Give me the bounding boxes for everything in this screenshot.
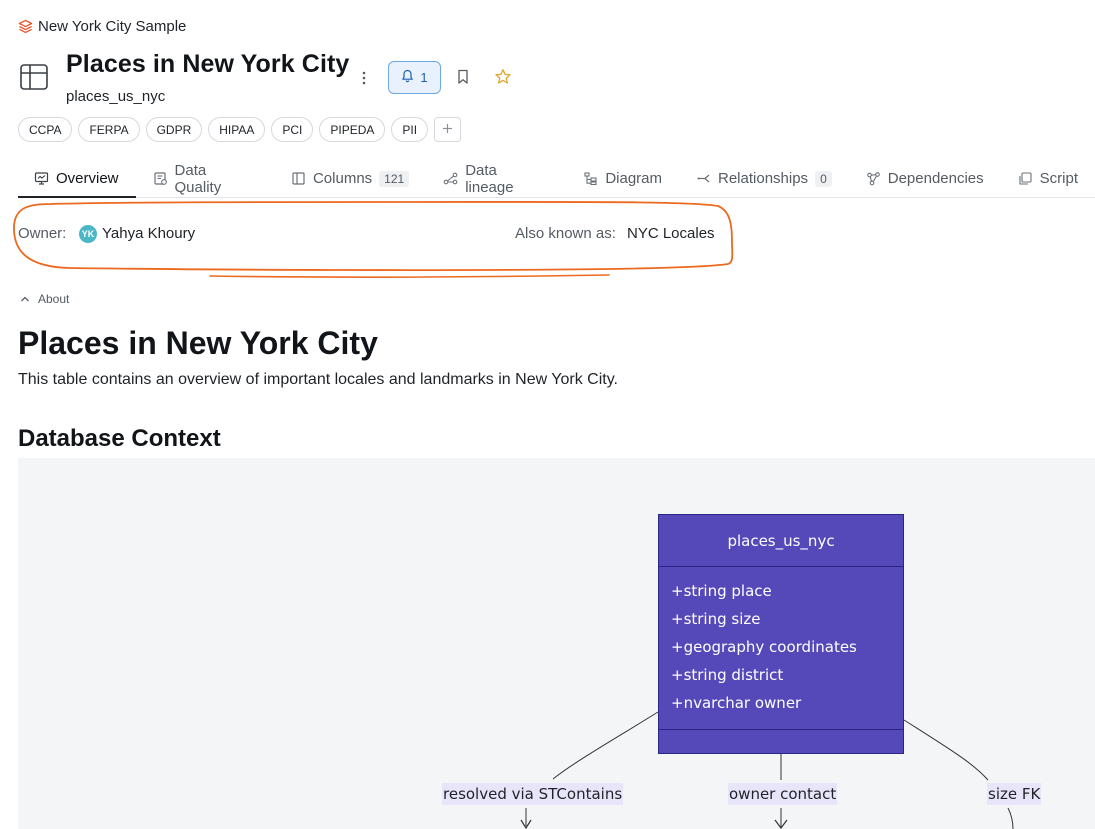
stack-icon — [18, 19, 33, 34]
also-known-as-value: NYC Locales — [627, 225, 715, 242]
more-options-icon[interactable] — [356, 66, 372, 90]
entity-box[interactable]: places_us_nyc +string place +string size… — [658, 514, 904, 754]
tab-label: Columns — [312, 170, 373, 187]
tab-label: Diagram — [605, 170, 662, 187]
tab-label: Overview — [56, 170, 119, 187]
also-known-as-label: Also known as: — [515, 225, 616, 242]
tag[interactable]: PCI — [271, 117, 314, 142]
entity-attribute: +nvarchar owner — [671, 694, 802, 712]
alerts-button[interactable]: 1 — [388, 61, 441, 94]
tag[interactable]: GDPR — [145, 117, 203, 142]
tab-label: Data Quality — [174, 161, 222, 196]
tag[interactable]: FERPA — [78, 117, 140, 142]
entity-name: places_us_nyc — [659, 515, 903, 567]
about-heading: Places in New York City — [18, 325, 378, 361]
script-icon — [1018, 171, 1033, 186]
add-tag-button[interactable] — [434, 117, 462, 142]
entity-attribute: +string place — [671, 582, 772, 600]
about-toggle[interactable]: About — [20, 292, 69, 306]
tab-label: Script — [1039, 170, 1078, 187]
tag[interactable]: HIPAA — [208, 117, 266, 142]
tag-list: CCPA FERPA GDPR HIPAA PCI PIPEDA PII — [18, 117, 462, 142]
tab-label: Dependencies — [887, 170, 984, 187]
diagram-icon — [583, 171, 598, 186]
owner-row: Owner: YK Yahya Khoury Also known as: NY… — [18, 225, 718, 245]
tab-diagram[interactable]: Diagram — [566, 160, 679, 197]
tab-data-lineage[interactable]: Data lineage — [426, 160, 566, 197]
tab-dependencies[interactable]: Dependencies — [849, 160, 1001, 197]
breadcrumb[interactable]: New York City Sample — [18, 18, 186, 35]
tab-label: Relationships — [718, 170, 809, 187]
tab-label: Data lineage — [465, 161, 514, 196]
tag[interactable]: PIPEDA — [319, 117, 386, 142]
entity-attribute: +string district — [671, 666, 784, 684]
tag[interactable]: CCPA — [18, 117, 73, 142]
edge-label: size FK — [987, 783, 1042, 805]
bell-icon — [401, 69, 414, 86]
bookmark-icon[interactable] — [456, 69, 470, 90]
relationships-count-badge: 0 — [815, 170, 832, 187]
page-subtitle: places_us_nyc — [66, 88, 166, 105]
monitor-icon — [34, 171, 49, 186]
about-description: This table contains an overview of impor… — [18, 371, 618, 388]
tab-overview[interactable]: Overview — [18, 160, 136, 198]
entity-attribute: +geography coordinates — [671, 638, 857, 656]
alert-count: 1 — [420, 70, 428, 85]
dependencies-icon — [866, 171, 881, 186]
edge-label: owner contact — [728, 783, 838, 805]
entity-attributes: +string place +string size +geography co… — [659, 567, 903, 730]
about-label: About — [38, 292, 70, 306]
owner-name[interactable]: Yahya Khoury — [102, 225, 195, 242]
tab-script[interactable]: Script — [1001, 160, 1095, 197]
database-context-heading: Database Context — [18, 425, 221, 452]
plus-icon — [442, 121, 453, 139]
columns-icon — [291, 171, 306, 186]
star-icon[interactable] — [494, 68, 512, 91]
diagram-panel: places_us_nyc +string place +string size… — [18, 458, 1095, 829]
chevron-up-icon — [20, 292, 30, 306]
diagram-edges — [520, 711, 1014, 829]
page-title: Places in New York City — [66, 50, 350, 78]
tab-bar: Overview Data Quality Columns 121 Data l… — [18, 160, 1095, 198]
owner-label: Owner: — [18, 225, 67, 242]
entity-attribute: +string size — [671, 610, 761, 628]
tab-columns[interactable]: Columns 121 — [274, 160, 426, 197]
avatar[interactable]: YK — [79, 225, 97, 243]
edge-label: resolved via STContains — [442, 783, 624, 805]
quality-icon — [153, 171, 168, 186]
tab-data-quality[interactable]: Data Quality — [136, 160, 274, 197]
table-icon — [19, 62, 49, 92]
lineage-icon — [443, 171, 458, 186]
breadcrumb-label[interactable]: New York City Sample — [38, 18, 186, 35]
columns-count-badge: 121 — [379, 170, 410, 187]
relationship-icon — [696, 171, 711, 186]
tab-relationships[interactable]: Relationships 0 — [679, 160, 849, 197]
tag[interactable]: PII — [391, 117, 429, 142]
